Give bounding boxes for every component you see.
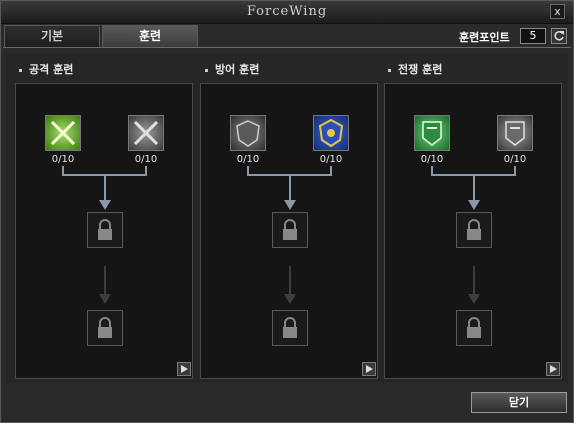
section-title-attack-label: 공격 훈련: [29, 63, 74, 76]
defense-locked-slot-2[interactable]: [272, 310, 308, 346]
lock-icon: [98, 317, 112, 338]
bullet-icon: [19, 68, 22, 72]
attack-right-count: 0/10: [134, 154, 158, 165]
war-locked-slot-2[interactable]: [456, 310, 492, 346]
tab-divider: [3, 47, 571, 48]
war-locked-slot-1[interactable]: [456, 212, 492, 248]
attack-left-count: 0/10: [51, 154, 75, 165]
training-points-value: 5: [520, 28, 546, 44]
war-next-button[interactable]: [546, 362, 560, 376]
training-points-label: 훈련포인트: [459, 31, 510, 44]
green-banner-shield-icon[interactable]: [414, 115, 450, 151]
war-training-panel: 0/10 0/10: [384, 83, 562, 379]
gray-shield-emblem-icon[interactable]: [230, 115, 266, 151]
lock-icon: [467, 219, 481, 240]
play-arrow-icon: [181, 365, 188, 373]
war-left-count: 0/10: [420, 154, 444, 165]
play-arrow-icon: [366, 365, 373, 373]
close-button[interactable]: 닫기: [471, 392, 567, 413]
section-title-war: 전쟁 훈련: [388, 61, 442, 77]
tab-basic[interactable]: 기본: [4, 25, 100, 47]
attack-training-panel: 0/10 0/10: [15, 83, 193, 379]
section-title-attack: 공격 훈련: [19, 61, 73, 77]
lock-icon: [98, 219, 112, 240]
lock-icon: [467, 317, 481, 338]
attack-locked-slot-2[interactable]: [87, 310, 123, 346]
section-title-war-label: 전쟁 훈련: [398, 63, 443, 76]
tab-training-label: 훈련: [138, 29, 162, 43]
bullet-icon: [388, 68, 391, 72]
lock-icon: [283, 317, 297, 338]
play-arrow-icon: [550, 365, 557, 373]
war-right-count: 0/10: [503, 154, 527, 165]
gray-crossed-swords-icon[interactable]: [128, 115, 164, 151]
defense-right-count: 0/10: [319, 154, 343, 165]
defense-left-count: 0/10: [236, 154, 260, 165]
training-window: ForceWing x 기본 훈련 훈련포인트 5 공격 훈련 방어 훈련 전쟁…: [0, 0, 574, 423]
lock-icon: [283, 219, 297, 240]
close-button-label: 닫기: [508, 396, 530, 409]
bullet-icon: [205, 68, 208, 72]
tab-training[interactable]: 훈련: [102, 25, 198, 47]
defense-locked-slot-1[interactable]: [272, 212, 308, 248]
blue-gold-shield-icon[interactable]: [313, 115, 349, 151]
defense-next-button[interactable]: [362, 362, 376, 376]
gray-banner-shield-icon[interactable]: [497, 115, 533, 151]
green-crossed-swords-icon[interactable]: [45, 115, 81, 151]
defense-training-panel: 0/10 0/10: [200, 83, 378, 379]
close-icon: x: [554, 5, 561, 18]
section-title-defense: 방어 훈련: [205, 61, 259, 77]
tab-basic-label: 기본: [40, 29, 64, 43]
refresh-icon: [554, 31, 564, 41]
attack-locked-slot-1[interactable]: [87, 212, 123, 248]
title-bar[interactable]: ForceWing x: [1, 1, 573, 24]
section-title-defense-label: 방어 훈련: [215, 63, 260, 76]
attack-next-button[interactable]: [177, 362, 191, 376]
close-window-button[interactable]: x: [550, 4, 565, 19]
window-title: ForceWing: [246, 4, 328, 19]
reset-points-button[interactable]: [551, 28, 567, 44]
